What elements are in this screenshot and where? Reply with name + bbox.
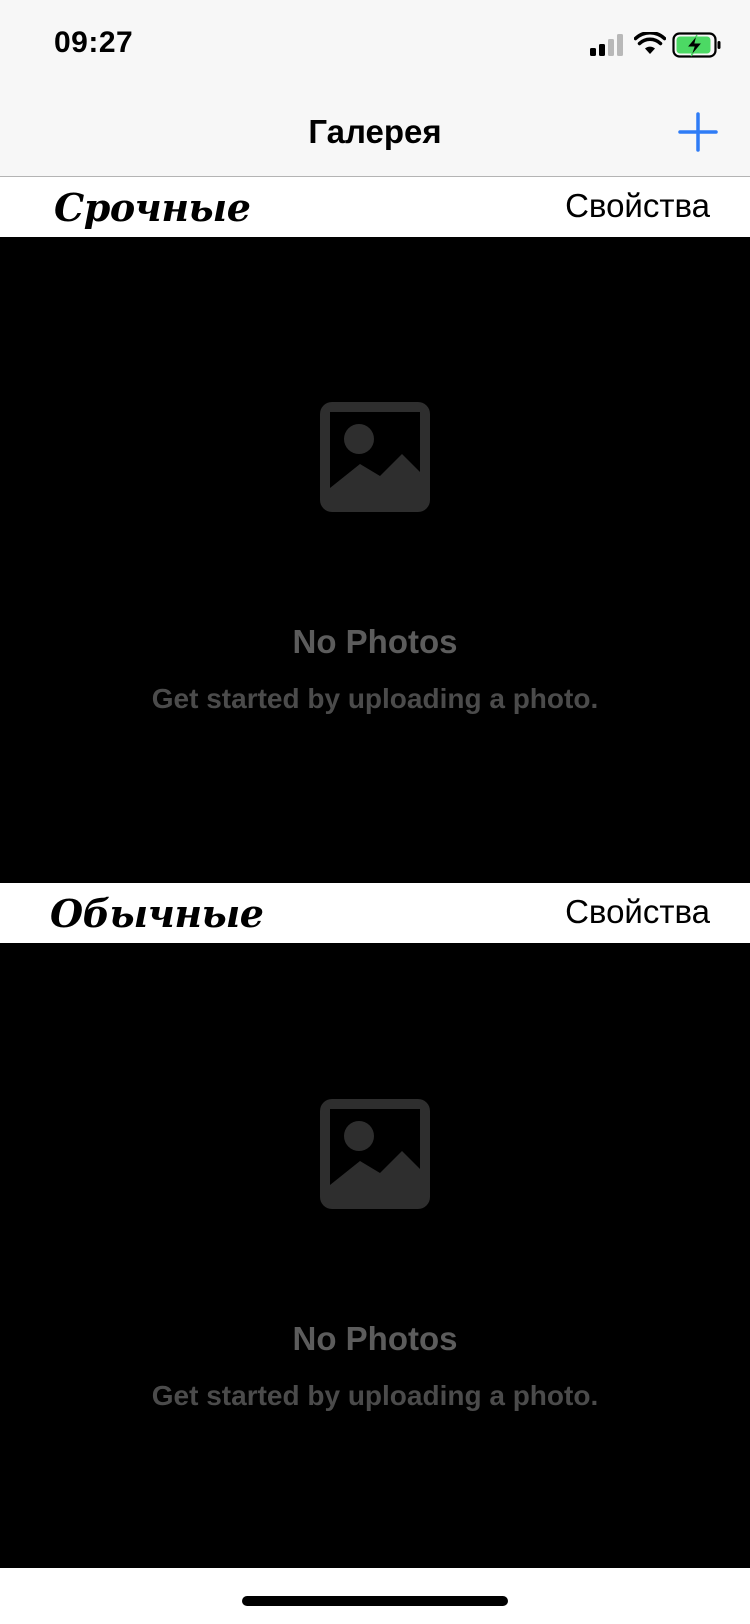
properties-button[interactable]: Свойства [565, 893, 710, 931]
empty-state-title: No Photos [292, 1320, 458, 1357]
photo-placeholder-icon [320, 402, 430, 512]
empty-state-subtitle: Get started by uploading a photo. [151, 1380, 599, 1411]
status-time: 09:27 [54, 26, 134, 59]
status-bar: 09:27 [0, 0, 750, 88]
photo-gallery-regular[interactable]: No Photos Get started by uploading a pho… [0, 943, 750, 1568]
empty-state-title: No Photos [292, 623, 458, 660]
page-title: Галерея [308, 113, 442, 150]
section-header-regular: Обычные Свойства [0, 883, 750, 943]
photo-gallery-urgent[interactable]: No Photos Get started by uploading a pho… [0, 237, 750, 883]
empty-state-subtitle: Get started by uploading a photo. [151, 683, 599, 714]
photo-placeholder-icon [320, 1099, 430, 1209]
section-title: Обычные [50, 891, 264, 936]
properties-button[interactable]: Свойства [565, 187, 710, 225]
home-indicator[interactable] [242, 1596, 508, 1606]
plus-icon[interactable] [672, 106, 724, 158]
navigation-bar: Галерея [0, 88, 750, 177]
battery-charging-icon [672, 32, 721, 58]
section-header-urgent: Срочные Свойства [0, 177, 750, 237]
cellular-signal-icon [590, 34, 623, 56]
section-title: Срочные [54, 185, 251, 230]
wifi-icon [634, 32, 666, 54]
